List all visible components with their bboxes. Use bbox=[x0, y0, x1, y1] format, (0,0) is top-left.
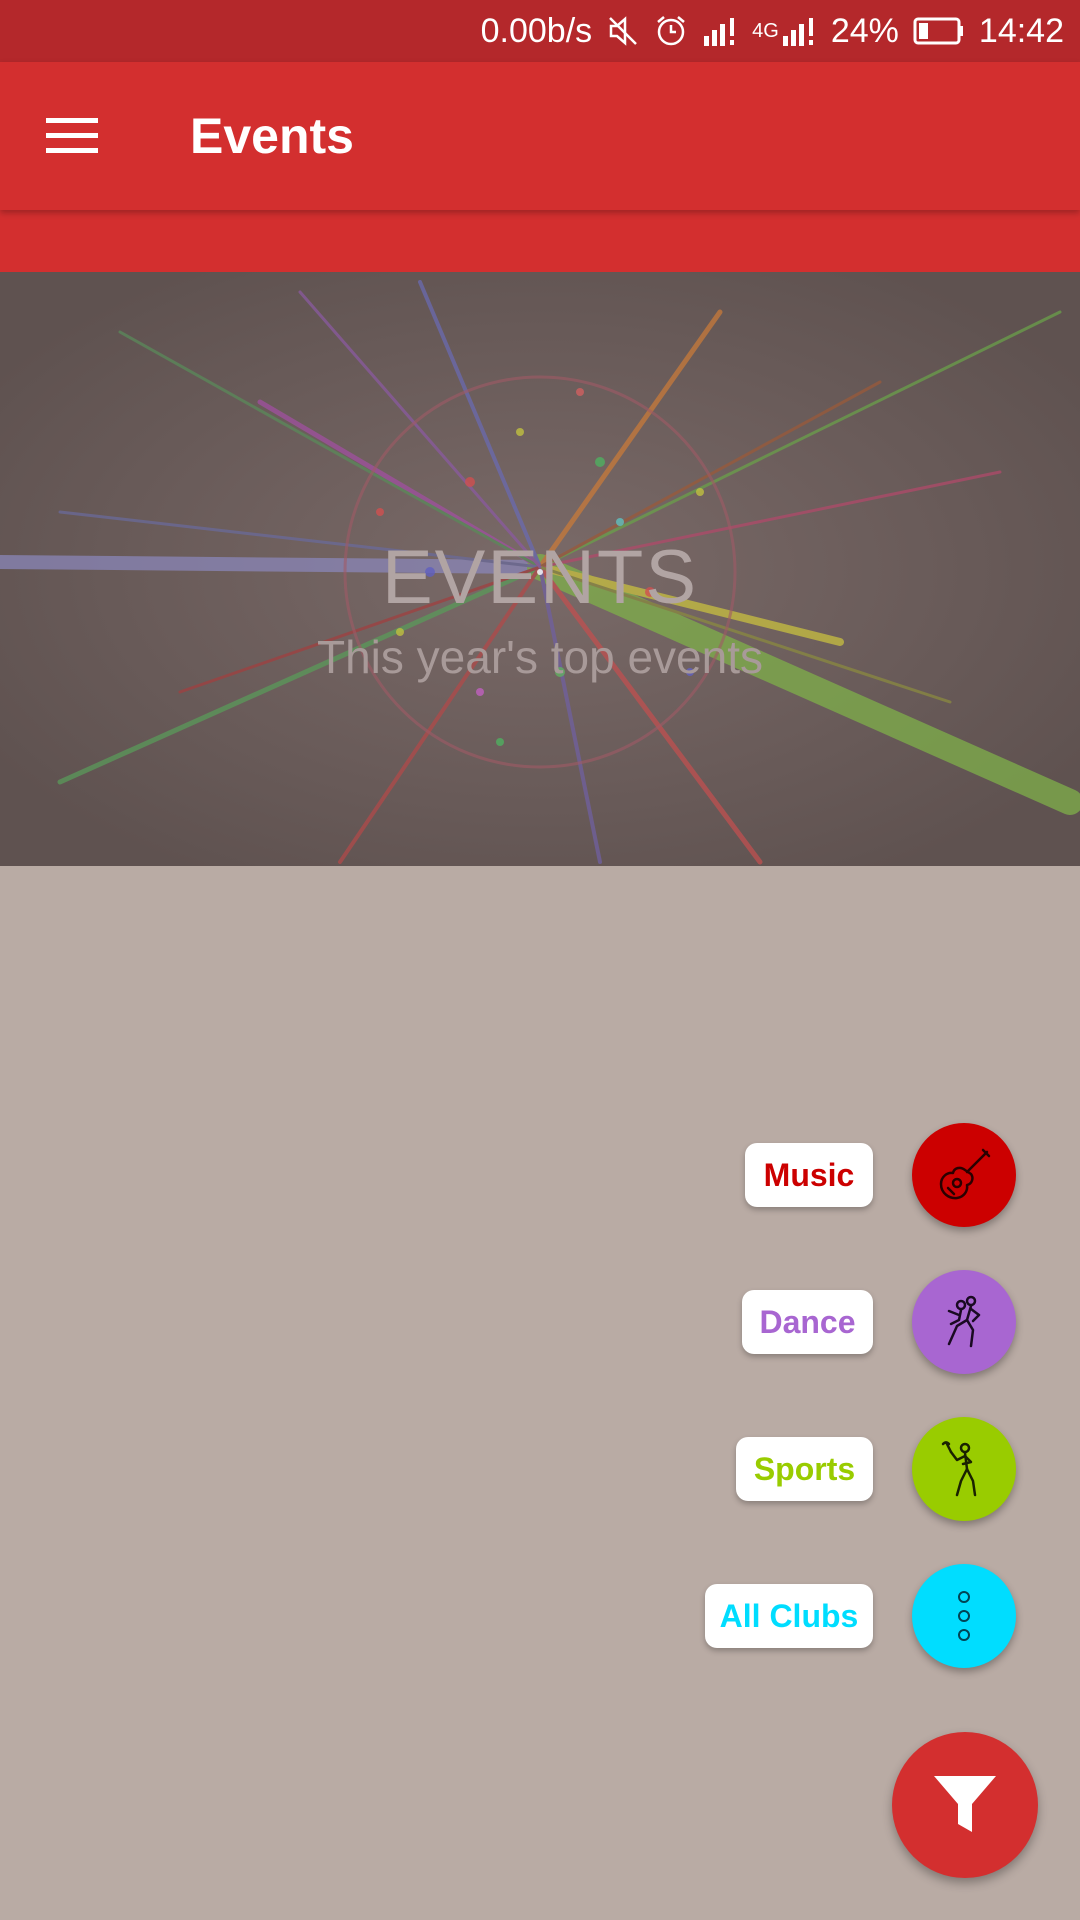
dancing-couple-icon bbox=[947, 1295, 981, 1348]
page-title: Events bbox=[190, 108, 354, 164]
sports-label[interactable]: Sports bbox=[736, 1437, 873, 1501]
dance-label-text: Dance bbox=[759, 1303, 856, 1340]
filter-icon bbox=[934, 1776, 996, 1832]
music-button[interactable] bbox=[912, 1123, 1016, 1227]
battery-icon bbox=[913, 16, 965, 46]
sports-button[interactable] bbox=[912, 1417, 1016, 1521]
guitar-icon bbox=[939, 1148, 991, 1200]
dance-label[interactable]: Dance bbox=[742, 1290, 873, 1354]
all-clubs-button[interactable] bbox=[912, 1564, 1016, 1668]
battery-percent: 24% bbox=[830, 11, 899, 50]
status-bar: 0.00b/s 4G 24% 14:42 bbox=[0, 0, 1080, 62]
signal-icon-2 bbox=[781, 16, 817, 46]
hero-title: EVENTS bbox=[381, 535, 699, 620]
clock: 14:42 bbox=[978, 11, 1064, 50]
network-speed: 0.00b/s bbox=[480, 11, 593, 50]
hamburger-icon bbox=[46, 118, 98, 153]
hero-subtitle: This year's top events bbox=[317, 631, 763, 683]
dance-button[interactable] bbox=[912, 1270, 1016, 1374]
alarm-icon bbox=[654, 14, 688, 48]
hero-banner: EVENTS This year's top events bbox=[0, 272, 1080, 866]
music-label-text: Music bbox=[763, 1156, 855, 1193]
app-bar: Events bbox=[0, 62, 1080, 210]
sports-label-text: Sports bbox=[753, 1450, 856, 1487]
all-clubs-label-text: All Clubs bbox=[719, 1597, 859, 1634]
more-vertical-icon bbox=[958, 1591, 970, 1641]
music-label[interactable]: Music bbox=[745, 1143, 873, 1207]
header-strip bbox=[0, 210, 1080, 272]
mute-icon bbox=[606, 14, 640, 48]
signal-icon bbox=[702, 16, 738, 46]
filter-fab-button[interactable] bbox=[892, 1732, 1038, 1878]
network-type: 4G bbox=[752, 19, 779, 42]
menu-button[interactable] bbox=[36, 106, 108, 166]
golfer-icon bbox=[941, 1441, 977, 1497]
all-clubs-label[interactable]: All Clubs bbox=[705, 1584, 873, 1648]
